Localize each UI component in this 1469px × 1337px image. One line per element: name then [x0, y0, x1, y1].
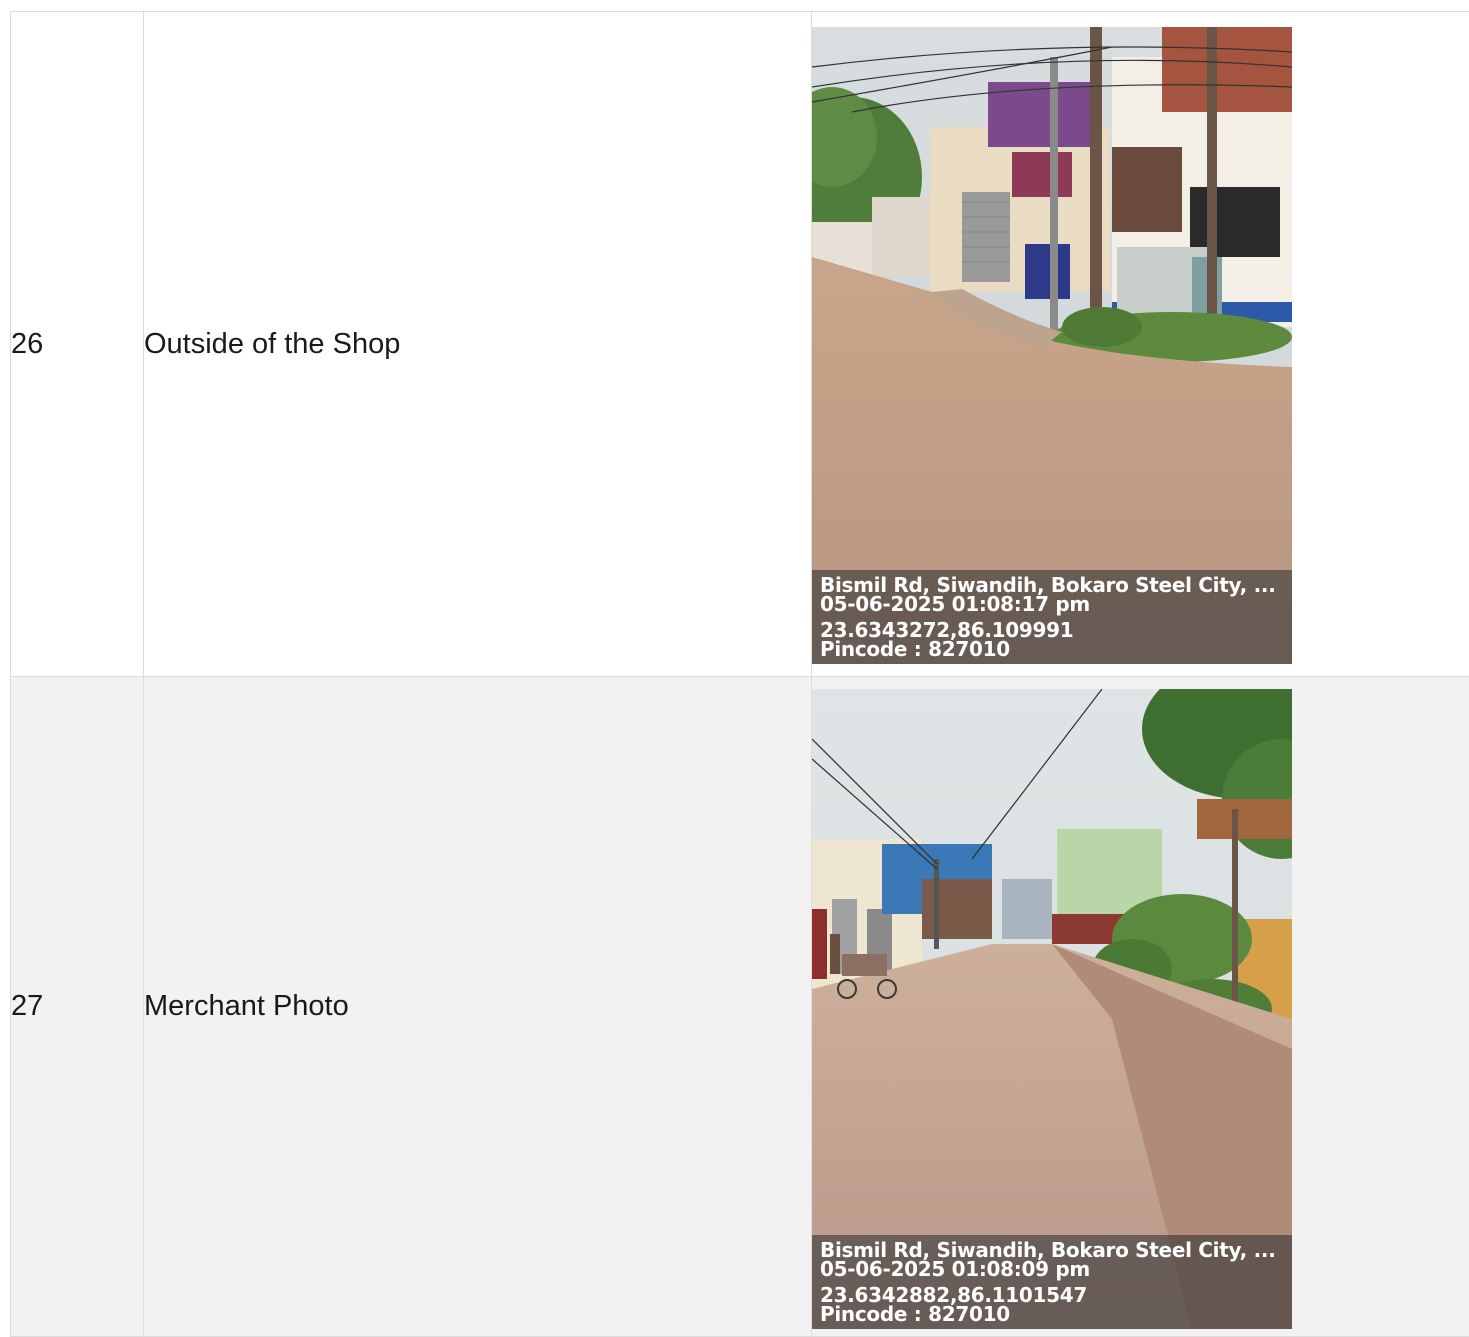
- photo-cell: Bismil Rd, Siwandih, Bokaro Steel City, …: [812, 677, 1469, 1337]
- row-number: 27: [11, 677, 144, 1337]
- stamp-pincode: Pincode : 827010: [820, 1305, 1286, 1324]
- shop-outside-photo[interactable]: Bismil Rd, Siwandih, Bokaro Steel City, …: [812, 27, 1292, 664]
- street-view-image: [812, 689, 1292, 1329]
- stamp-pincode: Pincode : 827010: [820, 640, 1286, 659]
- stamp-datetime: 05-06-2025 01:08:09 pm: [820, 1260, 1286, 1279]
- row-description: Merchant Photo: [144, 677, 812, 1337]
- row-description: Outside of the Shop: [144, 12, 812, 677]
- photo-evidence-table: 26 Outside of the Shop: [10, 11, 1469, 1337]
- street-corner-image: [812, 27, 1292, 664]
- stamp-datetime: 05-06-2025 01:08:17 pm: [820, 595, 1286, 614]
- table-row: 27 Merchant Photo: [11, 677, 1469, 1337]
- table-row: 26 Outside of the Shop: [11, 12, 1469, 677]
- merchant-photo[interactable]: Bismil Rd, Siwandih, Bokaro Steel City, …: [812, 689, 1292, 1329]
- geotag-stamp: Bismil Rd, Siwandih, Bokaro Steel City, …: [812, 1235, 1292, 1329]
- geotag-stamp: Bismil Rd, Siwandih, Bokaro Steel City, …: [812, 570, 1292, 664]
- photo-cell: Bismil Rd, Siwandih, Bokaro Steel City, …: [812, 12, 1469, 677]
- row-number: 26: [11, 12, 144, 677]
